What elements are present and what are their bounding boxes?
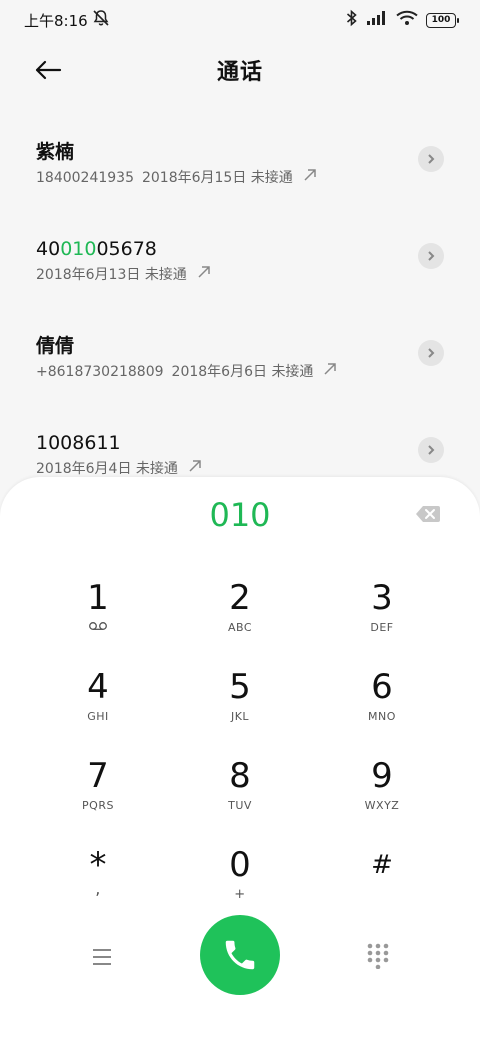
key-digit: 6: [371, 667, 393, 707]
key-letters: TUV: [228, 799, 252, 812]
call-status: 未接通: [271, 363, 314, 380]
key-letters: WXYZ: [364, 799, 400, 812]
signal-icon: [366, 10, 388, 30]
call-list: 紫楠 18400241935 2018年6月15日 未接通 4001005678…: [0, 120, 480, 508]
key-4[interactable]: 4 GHI: [38, 666, 158, 746]
key-hash[interactable]: #: [322, 844, 442, 924]
chevron-right-icon: [428, 154, 435, 164]
keypad-toggle-button[interactable]: [364, 941, 392, 970]
outgoing-call-icon: [303, 168, 317, 187]
key-letters: +: [234, 887, 246, 902]
key-2[interactable]: 2 ABC: [180, 577, 300, 657]
key-letters: MNO: [368, 710, 396, 723]
call-status: 未接通: [250, 169, 293, 186]
call-meta: 2018年6月4日 未接通: [36, 459, 444, 478]
key-9[interactable]: 9 WXYZ: [322, 755, 442, 835]
mute-bell-icon: [92, 9, 110, 31]
number-suffix: 05678: [96, 238, 157, 260]
key-8[interactable]: 8 TUV: [180, 755, 300, 835]
outgoing-call-icon: [188, 459, 202, 478]
key-letters: ,: [95, 879, 101, 898]
chevron-right-icon: [428, 445, 435, 455]
contact-name: 紫楠: [36, 141, 75, 163]
menu-button[interactable]: [86, 945, 118, 969]
backspace-button[interactable]: [414, 503, 442, 525]
phone-number: 18400241935: [36, 169, 134, 186]
call-detail-button[interactable]: [418, 340, 444, 366]
backspace-icon: [416, 506, 440, 522]
call-date: 2018年6月15日: [141, 169, 247, 186]
call-date: 2018年6月4日: [36, 460, 132, 477]
call-meta: 18400241935 2018年6月15日 未接通: [36, 168, 444, 187]
key-1[interactable]: 1: [38, 577, 158, 657]
call-detail-button[interactable]: [418, 437, 444, 463]
call-log-item[interactable]: 4001005678 2018年6月13日 未接通: [0, 217, 480, 314]
key-letters: GHI: [87, 710, 109, 723]
phone-number: +8618730218809: [36, 363, 164, 380]
call-date: 2018年6月13日: [36, 266, 141, 283]
call-meta: 2018年6月13日 未接通: [36, 265, 444, 284]
page-title: 通话: [216, 60, 263, 85]
outgoing-call-icon: [323, 362, 337, 381]
voicemail-icon: [88, 621, 108, 635]
call-meta: +8618730218809 2018年6月6日 未接通: [36, 362, 444, 381]
outgoing-call-icon: [197, 265, 211, 284]
battery-icon: 100: [426, 12, 459, 28]
call-detail-button[interactable]: [418, 146, 444, 172]
bluetooth-icon: [346, 9, 358, 31]
key-digit: 2: [229, 578, 251, 618]
key-7[interactable]: 7 PQRS: [38, 755, 158, 835]
key-letters: JKL: [230, 710, 250, 723]
call-status: 未接通: [135, 460, 178, 477]
chevron-right-icon: [428, 251, 435, 261]
key-digit: 5: [229, 667, 251, 707]
back-arrow-icon: [35, 60, 62, 80]
key-star[interactable]: * ,: [38, 844, 158, 924]
menu-icon: [93, 949, 111, 965]
key-digit: 1: [87, 578, 109, 618]
number-match-highlight: 010: [60, 238, 97, 260]
call-date: 2018年6月6日: [171, 363, 267, 380]
key-letters: ABC: [227, 621, 253, 634]
header: 通话: [0, 40, 480, 100]
dialpad-panel: 010 1 2 ABC 3 DEF 4 GHI 5 JKL 6 MNO 7 PQ…: [0, 477, 480, 1040]
key-digit: 3: [371, 578, 393, 618]
status-time: 上午8:16: [24, 11, 88, 30]
key-digit: 8: [229, 756, 251, 796]
key-0[interactable]: 0 +: [180, 844, 300, 924]
dialpad-bottom-bar: [0, 915, 480, 999]
call-status: 未接通: [144, 266, 187, 283]
key-5[interactable]: 5 JKL: [180, 666, 300, 746]
status-bar: 上午8:16 100: [0, 0, 480, 40]
call-log-item[interactable]: 紫楠 18400241935 2018年6月15日 未接通: [0, 120, 480, 217]
chevron-right-icon: [428, 348, 435, 358]
key-digit: 7: [87, 756, 109, 796]
contact-name: 倩倩: [36, 335, 75, 357]
back-button[interactable]: [28, 54, 68, 86]
battery-level: 100: [431, 15, 451, 25]
key-digit: 4: [87, 667, 109, 707]
key-letters: DEF: [370, 621, 394, 634]
key-6[interactable]: 6 MNO: [322, 666, 442, 746]
key-letters: PQRS: [82, 799, 114, 812]
wifi-icon: [396, 10, 418, 30]
key-digit: #: [371, 850, 393, 880]
call-detail-button[interactable]: [418, 243, 444, 269]
contact-name: 1008611: [36, 432, 121, 454]
call-button[interactable]: [200, 915, 280, 995]
key-3[interactable]: 3 DEF: [322, 577, 442, 657]
call-log-item[interactable]: 倩倩 +8618730218809 2018年6月6日 未接通: [0, 314, 480, 411]
number-prefix: 40: [36, 238, 61, 260]
key-digit: 9: [371, 756, 393, 796]
dialed-number[interactable]: 010: [0, 493, 480, 537]
keypad-icon: [367, 943, 389, 970]
phone-icon: [225, 940, 255, 970]
contact-name: 4001005678: [36, 237, 444, 261]
key-digit: 0: [229, 845, 251, 885]
